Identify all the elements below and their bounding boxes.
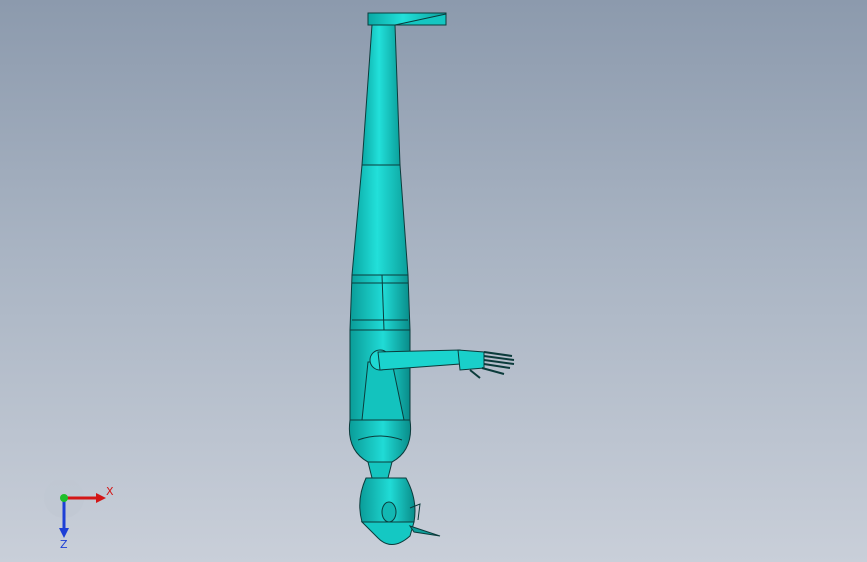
top-base[interactable] — [367, 12, 447, 26]
x-axis-arrow — [96, 493, 106, 503]
x-axis-label: X — [106, 485, 114, 498]
orientation-triad: X Z — [40, 478, 130, 551]
triad-graphic: X Z — [44, 478, 114, 551]
z-axis-label: Z — [60, 538, 68, 550]
robot-model[interactable] — [0, 0, 867, 562]
end-effector-head[interactable] — [359, 477, 441, 545]
horizontal-arm[interactable] — [377, 349, 461, 371]
gripper-hand[interactable] — [457, 349, 515, 379]
y-axis-dot — [60, 494, 68, 502]
lower-joint[interactable] — [348, 419, 412, 479]
3d-viewport[interactable]: X Z — [0, 0, 867, 562]
upper-arm-segment[interactable] — [351, 24, 409, 276]
z-axis-arrow — [59, 528, 69, 538]
